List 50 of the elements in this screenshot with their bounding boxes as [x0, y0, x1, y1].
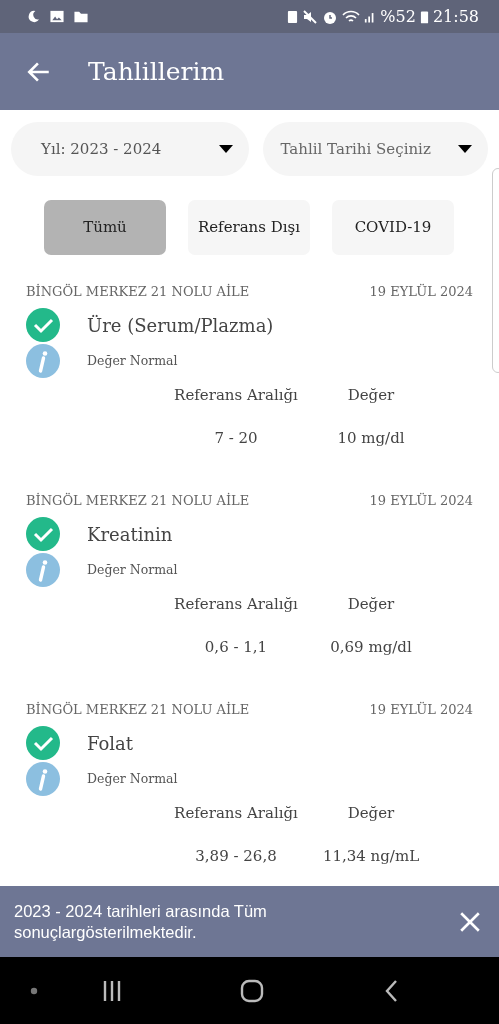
result-value: 11,34 ng/mL [321, 845, 421, 867]
status-text: Değer Normal [87, 560, 178, 579]
result-date: 19 EYLÜL 2024 [369, 701, 473, 718]
moon-icon [26, 9, 41, 24]
close-icon [459, 910, 481, 933]
home-icon[interactable] [240, 978, 264, 1003]
status-text: Değer Normal [87, 769, 178, 788]
test-name: Üre (Serum/Plazma) [87, 313, 274, 338]
dot-icon[interactable] [30, 986, 38, 995]
filter-tab[interactable]: Referans Dışı [188, 200, 310, 255]
clock: 21:58 [432, 5, 479, 28]
column-header: Referans Aralığı [173, 803, 299, 824]
back-icon[interactable] [384, 978, 398, 1003]
test-name: Folat [87, 731, 134, 756]
recent-apps-icon[interactable] [102, 979, 122, 1002]
caret-icon [458, 145, 472, 153]
reference-range: 3,89 - 26,8 [194, 845, 278, 867]
battery-saver-icon [287, 9, 299, 24]
institution-name: BİNGÖL MERKEZ 21 NOLU AİLE [26, 283, 250, 300]
column-header: Değer [346, 594, 396, 615]
close-button[interactable] [459, 910, 481, 933]
status-text: Değer Normal [87, 351, 178, 370]
info-icon [26, 553, 60, 587]
column-header: Referans Aralığı [173, 594, 299, 615]
result-date: 19 EYLÜL 2024 [369, 283, 473, 300]
caret-icon [218, 145, 233, 153]
reference-range: 7 - 20 [213, 427, 259, 449]
result-value: 10 mg/dl [336, 427, 406, 449]
filter-tab[interactable]: Tümü [44, 200, 166, 255]
battery-percentage: %52 [380, 5, 416, 28]
column-header: Referans Aralığı [173, 385, 299, 406]
page-title: Tahlillerim [88, 56, 225, 87]
institution-name: BİNGÖL MERKEZ 21 NOLU AİLE [26, 701, 250, 718]
image-icon [49, 9, 65, 24]
column-header: Değer [346, 385, 396, 406]
column-header: Değer [346, 803, 396, 824]
test-name: Kreatinin [87, 522, 173, 547]
result-date: 19 EYLÜL 2024 [369, 492, 473, 509]
institution-name: BİNGÖL MERKEZ 21 NOLU AİLE [26, 492, 250, 509]
mute-icon [302, 8, 319, 25]
folder-icon [73, 9, 89, 24]
dropdown[interactable]: Yıl: 2023 - 2024 [11, 122, 249, 176]
info-icon [26, 762, 60, 796]
snackbar-message: 2023 - 2024 tarihleri arasında Tüm sonuçlargösterilmektedir. [14, 900, 268, 943]
wifi-icon [342, 8, 361, 25]
result-value: 0,69 mg/dl [329, 636, 413, 658]
reference-range: 0,6 - 1,1 [203, 636, 269, 658]
info-icon [26, 344, 60, 378]
filter-tab[interactable]: COVID-19 [332, 200, 454, 255]
dropdown[interactable]: Tahlil Tarihi Seçiniz [262, 122, 488, 176]
